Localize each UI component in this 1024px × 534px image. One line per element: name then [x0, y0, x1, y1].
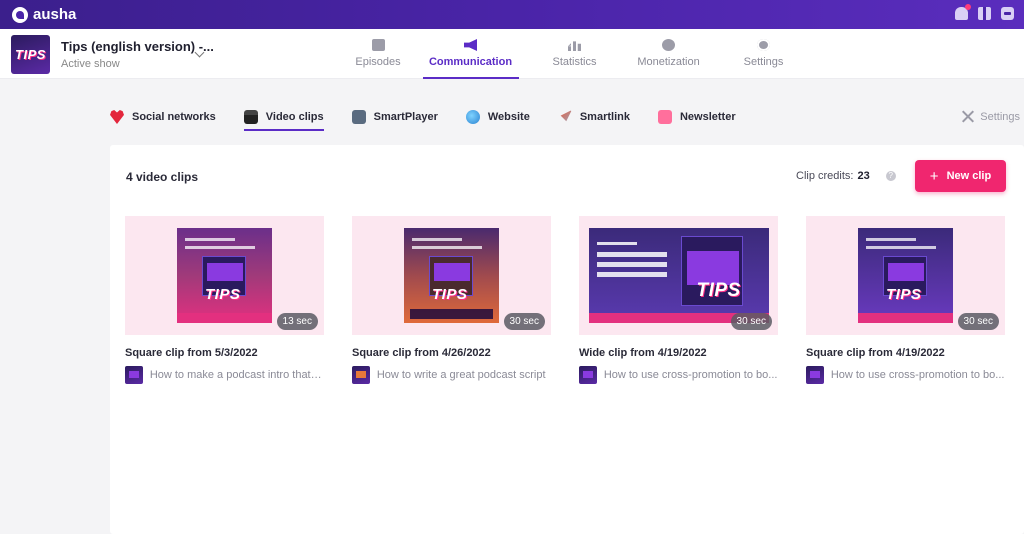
show-artwork: TIPS [11, 35, 50, 74]
show-bar: TIPS Tips (english version) -... Active … [0, 29, 1024, 79]
nav-label: Communication [428, 56, 513, 68]
mail-icon [657, 110, 672, 124]
show-selector[interactable]: TIPS Tips (english version) -... Active … [11, 35, 214, 74]
clip-card[interactable]: TIPS 30 sec Wide clip from 4/19/2022 How… [579, 216, 778, 384]
subnav-video-clips[interactable]: Video clips [243, 99, 324, 135]
inbox-icon[interactable] [1001, 7, 1014, 20]
episode-artwork [579, 366, 597, 384]
new-clip-button[interactable]: + New clip [915, 160, 1006, 192]
subnav-smartplayer[interactable]: SmartPlayer [351, 99, 438, 135]
megaphone-icon [464, 39, 477, 51]
top-bar: ausha [0, 0, 1024, 29]
episode-title: How to make a podcast intro that r... [149, 369, 324, 381]
clip-credits-label: Clip credits: [796, 170, 854, 182]
clip-thumbnail[interactable]: TIPS 30 sec [352, 216, 551, 335]
clip-duration: 13 sec [276, 313, 318, 330]
clip-duration: 30 sec [957, 313, 999, 330]
nav-communication[interactable]: Communication [413, 29, 528, 79]
nav-label: Monetization [637, 56, 700, 68]
top-icons [955, 4, 1014, 20]
subnav-settings[interactable]: Settings [961, 110, 1020, 123]
video-clips-panel: 4 video clips Clip credits: 23 ? + New c… [110, 145, 1024, 534]
subnav-settings-label: Settings [980, 110, 1020, 123]
nav-monetization[interactable]: Monetization [621, 29, 716, 79]
clip-duration: 30 sec [503, 313, 545, 330]
episode-title: How to use cross-promotion to bo... [830, 369, 1005, 381]
clip-title[interactable]: Square clip from 4/19/2022 [806, 347, 1005, 359]
episode-title: How to write a great podcast script [376, 369, 546, 381]
clip-preview-text: TIPS [432, 286, 468, 303]
clip-thumbnail[interactable]: TIPS 30 sec [806, 216, 1005, 335]
clip-title[interactable]: Square clip from 4/26/2022 [352, 347, 551, 359]
clip-thumbnail[interactable]: TIPS 13 sec [125, 216, 324, 335]
clip-thumbnail[interactable]: TIPS 30 sec [579, 216, 778, 335]
clip-card[interactable]: TIPS 30 sec Square clip from 4/26/2022 H… [352, 216, 551, 384]
clip-preview-text: TIPS [205, 286, 241, 303]
brand-logo[interactable]: ausha [12, 6, 76, 23]
subnav-smartlink[interactable]: Smartlink [558, 99, 630, 135]
clip-preview: TIPS [858, 228, 953, 323]
stats-icon [568, 41, 581, 51]
clip-card[interactable]: TIPS 13 sec Square clip from 5/3/2022 Ho… [125, 216, 324, 384]
gear-icon [757, 39, 770, 51]
nav-statistics[interactable]: Statistics [528, 29, 621, 79]
play-icon [351, 110, 366, 124]
clip-credits: Clip credits: 23 ? [796, 170, 896, 182]
bell-icon[interactable] [955, 4, 971, 20]
nav-label: Episodes [355, 56, 401, 68]
clip-episode: How to use cross-promotion to bo... [579, 366, 778, 384]
episode-artwork [352, 366, 370, 384]
nav-settings[interactable]: Settings [716, 29, 811, 79]
help-icon[interactable]: ? [885, 171, 896, 181]
episodes-icon [371, 39, 385, 51]
episode-artwork [806, 366, 824, 384]
clip-episode: How to make a podcast intro that r... [125, 366, 324, 384]
clapperboard-icon [243, 110, 258, 124]
clip-preview-text: TIPS [886, 286, 922, 303]
subnav-social-networks[interactable]: Social networks [110, 99, 216, 135]
show-artwork-text: TIPS [15, 47, 46, 62]
main-nav: Episodes Communication Statistics Moneti… [343, 29, 811, 79]
clip-preview-text: TIPS [696, 280, 741, 301]
subnav-website[interactable]: Website [465, 99, 530, 135]
sub-nav: Social networks Video clips SmartPlayer … [110, 99, 764, 135]
show-info: Tips (english version) -... Active show [61, 39, 214, 70]
clip-credits-value: 23 [857, 170, 870, 182]
subnav-label: Social networks [132, 111, 216, 123]
subnav-label: Video clips [265, 111, 324, 123]
show-title: Tips (english version) -... [61, 39, 214, 54]
clip-list: TIPS 13 sec Square clip from 5/3/2022 Ho… [125, 216, 1005, 384]
clip-title[interactable]: Square clip from 5/3/2022 [125, 347, 324, 359]
clip-preview: TIPS [177, 228, 272, 323]
subnav-newsletter[interactable]: Newsletter [657, 99, 736, 135]
rocket-icon [560, 110, 572, 122]
money-icon [662, 39, 675, 51]
episode-artwork [125, 366, 143, 384]
nav-label: Statistics [552, 56, 597, 68]
heart-icon [110, 110, 124, 124]
episode-title: How to use cross-promotion to bo... [603, 369, 778, 381]
subnav-label: Smartlink [579, 111, 630, 123]
clip-episode: How to write a great podcast script [352, 366, 551, 384]
new-clip-label: New clip [946, 170, 992, 182]
ausha-logo-icon [12, 6, 28, 23]
clip-episode: How to use cross-promotion to bo... [806, 366, 1005, 384]
clip-count: 4 video clips [126, 170, 199, 184]
nav-episodes[interactable]: Episodes [343, 29, 413, 79]
plus-icon: + [929, 167, 939, 185]
brand-name: ausha [33, 6, 77, 23]
tools-icon [961, 110, 974, 123]
subnav-label: Newsletter [679, 111, 736, 123]
gift-icon[interactable] [978, 7, 991, 20]
clip-duration: 30 sec [730, 313, 772, 330]
clip-card[interactable]: TIPS 30 sec Square clip from 4/19/2022 H… [806, 216, 1005, 384]
nav-label: Settings [743, 56, 784, 68]
subnav-label: SmartPlayer [373, 111, 438, 123]
clip-preview: TIPS [588, 228, 769, 323]
show-status: Active show [61, 58, 120, 70]
globe-icon [465, 110, 480, 124]
subnav-label: Website [487, 111, 530, 123]
clip-title[interactable]: Wide clip from 4/19/2022 [579, 347, 778, 359]
clip-preview: TIPS [404, 228, 499, 323]
